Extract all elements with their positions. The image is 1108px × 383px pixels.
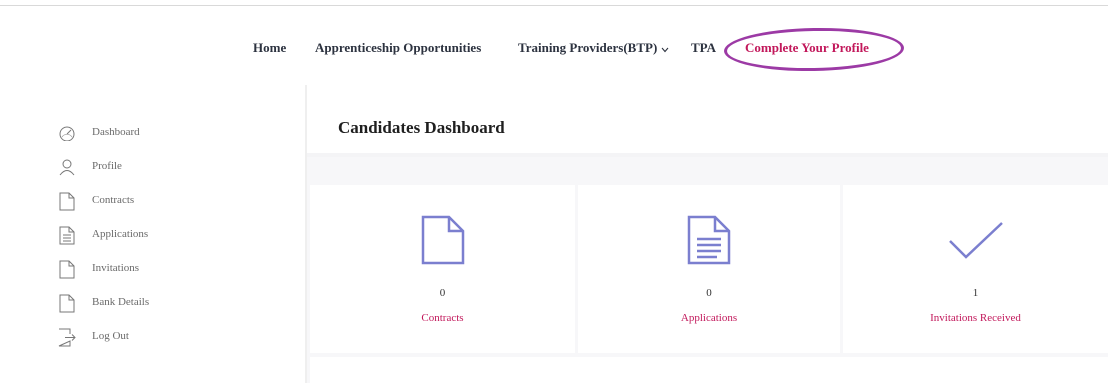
stat-label-link[interactable]: Contracts (310, 312, 575, 324)
sidebar-item-dashboard[interactable]: Dashboard (57, 123, 140, 143)
nav-home-link[interactable]: Home (253, 40, 286, 56)
sidebar-item-label: Applications (92, 228, 149, 240)
sidebar-item-applications[interactable]: Applications (57, 225, 148, 245)
stat-count: 0 (439, 287, 446, 299)
stat-label-link[interactable]: Invitations Received (843, 312, 1108, 324)
nav-training-providers-label: Training Providers(BTP) (518, 40, 658, 55)
sidebar-item-invitations[interactable]: Invitations (57, 259, 139, 279)
sidebar-item-label: Profile (92, 160, 122, 172)
stat-count: 0 (706, 287, 712, 299)
sidebar-item-label: Log Out (92, 330, 129, 342)
page-title: Candidates Dashboard (338, 118, 505, 137)
sidebar-item-bank-details[interactable]: Bank Details (57, 293, 149, 313)
document-lines-icon (57, 225, 77, 245)
sidebar-item-profile[interactable]: Profile (57, 157, 122, 177)
nav-tpa-link[interactable]: TPA (691, 40, 716, 56)
sidebar-item-label: Bank Details (92, 296, 150, 308)
nav-apprenticeship-opportunities-link[interactable]: Apprenticeship Opportunities (315, 40, 481, 56)
document-icon (421, 215, 465, 270)
stat-count: 1 (972, 287, 979, 299)
bottom-panel (310, 357, 1108, 383)
sidebar: Dashboard Profile Contracts Applications… (0, 85, 305, 383)
document-icon (57, 259, 77, 279)
stat-card-applications[interactable]: 0 Applications (578, 185, 840, 353)
sidebar-item-log-out[interactable]: Log Out (57, 327, 129, 347)
sidebar-item-contracts[interactable]: Contracts (57, 191, 134, 211)
dashboard-gauge-icon (57, 123, 77, 143)
top-navigation: Home Apprenticeship Opportunities Traini… (0, 40, 1108, 56)
top-divider (0, 5, 1108, 6)
document-lines-icon (687, 215, 731, 270)
sidebar-item-label: Contracts (92, 194, 135, 206)
chevron-down-icon (661, 41, 669, 57)
checkmark-icon (948, 221, 1004, 266)
nav-training-providers-dropdown[interactable]: Training Providers(BTP) (518, 40, 669, 57)
nav-complete-profile-link[interactable]: Complete Your Profile (745, 40, 869, 56)
stat-card-contracts[interactable]: 0 Contracts (310, 185, 575, 353)
document-icon (57, 293, 77, 313)
stat-card-invitations[interactable]: 1 Invitations Received (843, 185, 1108, 353)
sidebar-item-label: Dashboard (92, 126, 140, 138)
sidebar-item-label: Invitations (92, 262, 140, 274)
stat-label-link[interactable]: Applications (578, 312, 840, 324)
logout-icon (57, 327, 77, 347)
document-icon (57, 191, 77, 211)
user-icon (57, 157, 77, 177)
